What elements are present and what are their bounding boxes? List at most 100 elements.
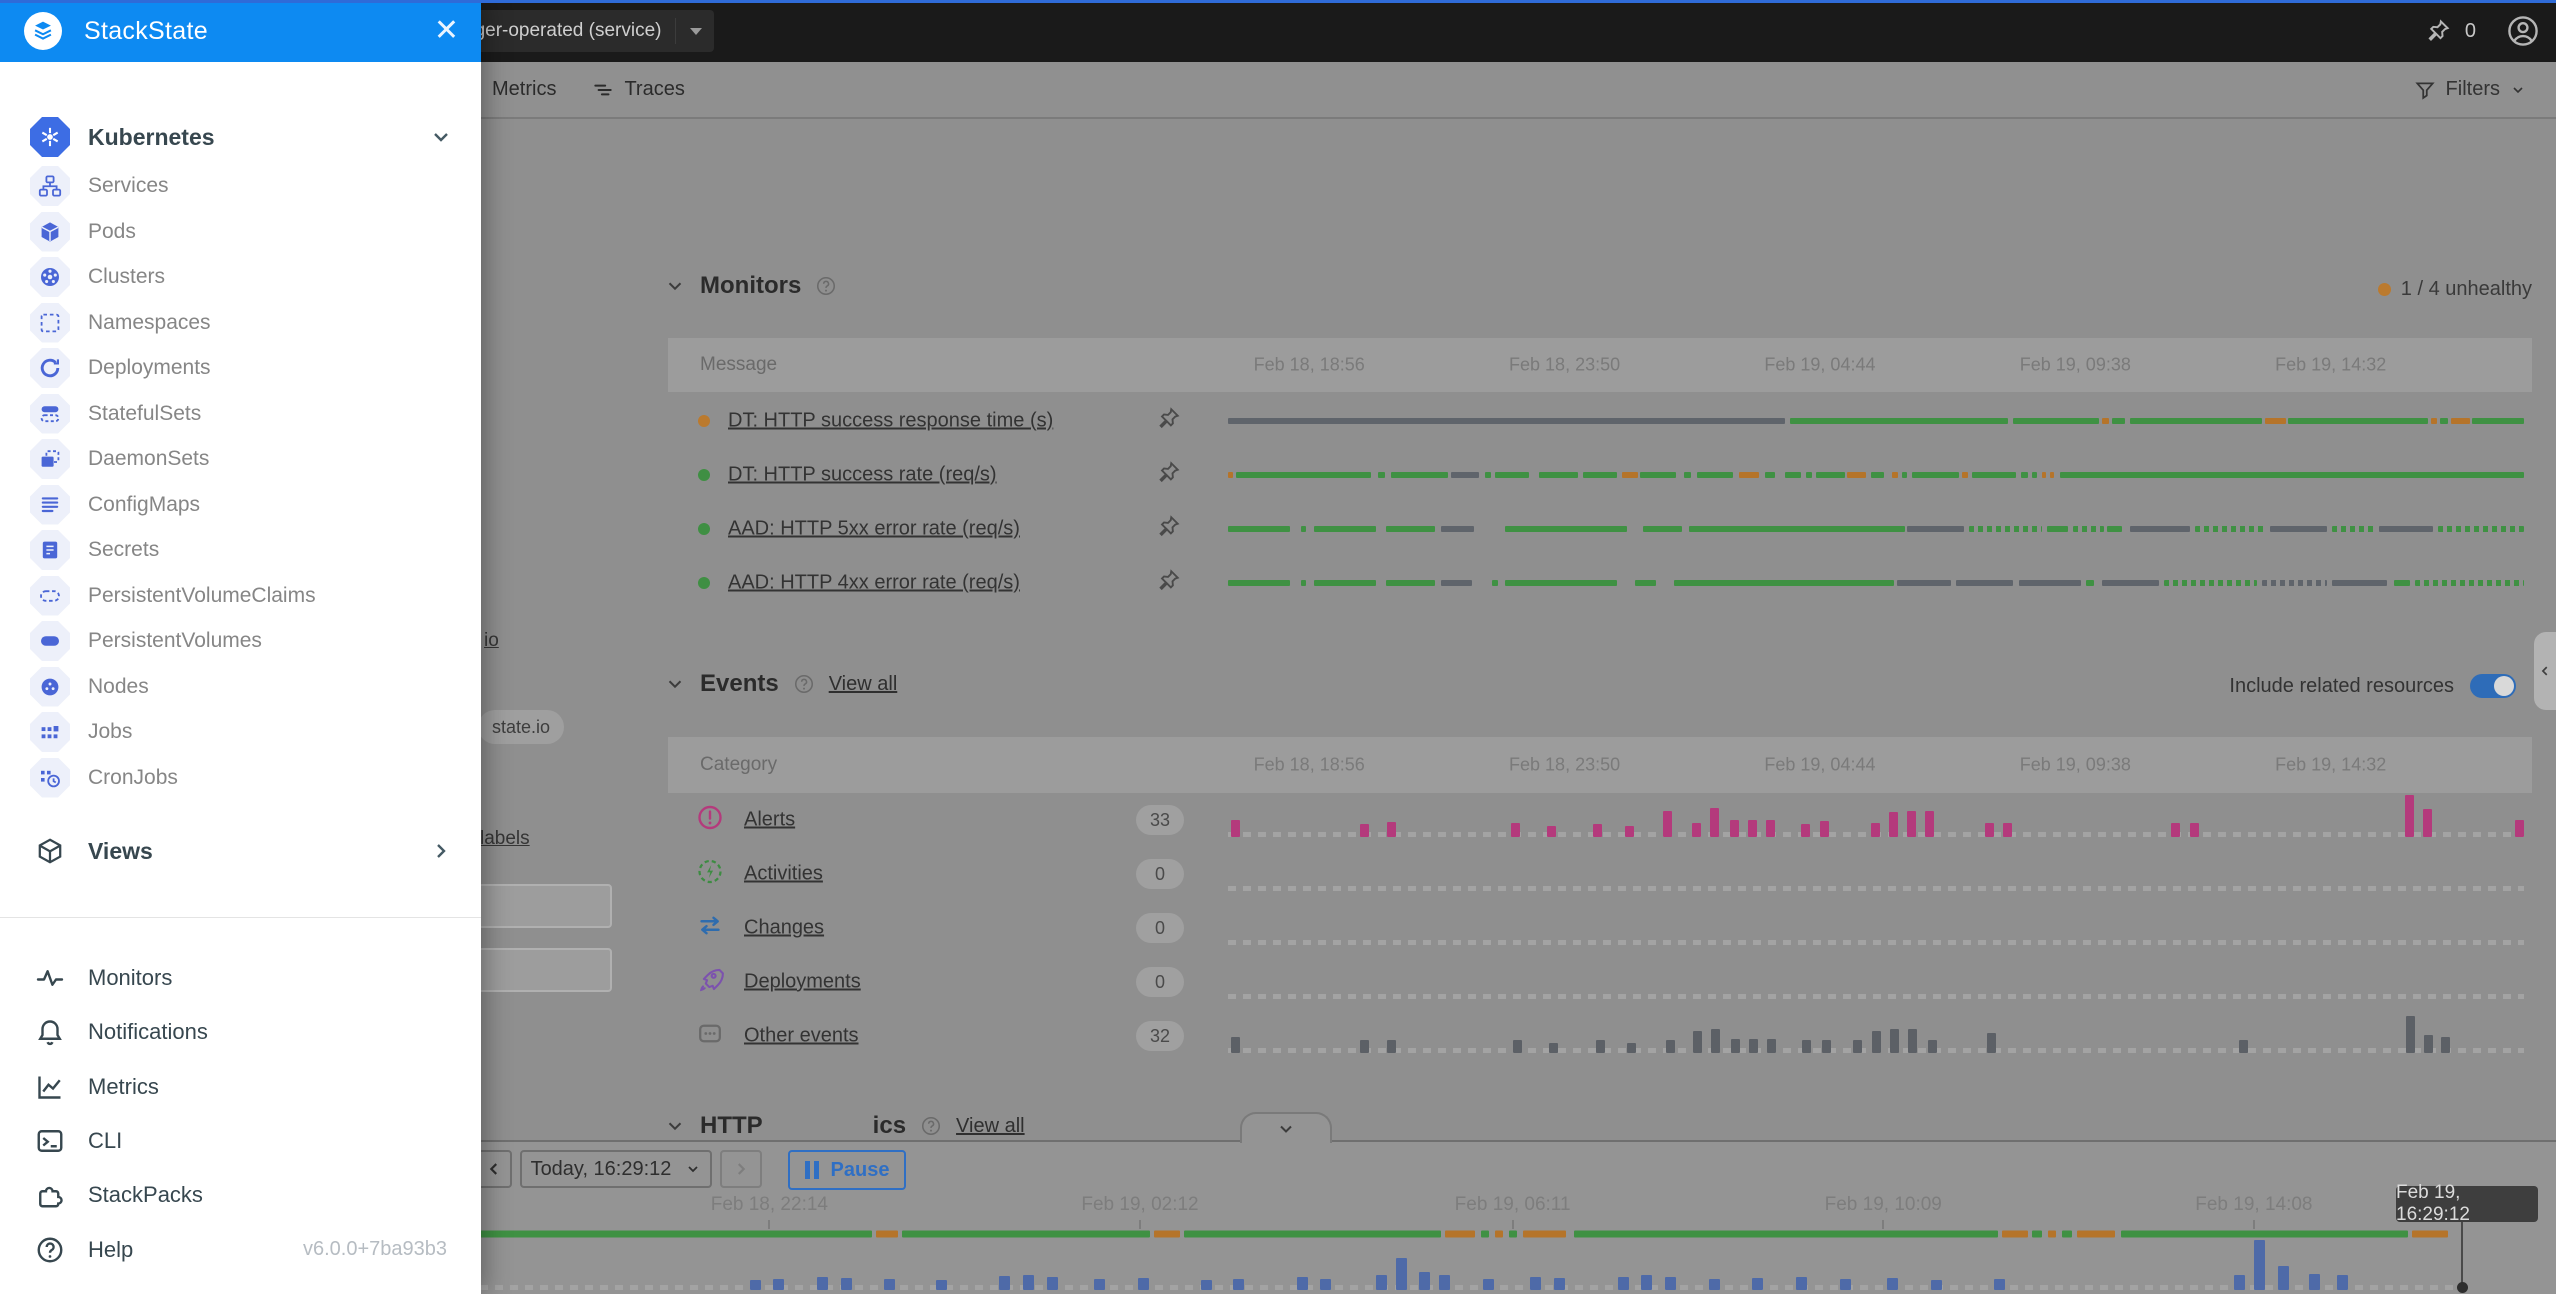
monitors-column-header: Message: [700, 354, 777, 376]
fragment-labels-link[interactable]: labels: [480, 828, 530, 850]
monitor-link[interactable]: DT: HTTP success response time (s): [728, 410, 1053, 433]
health-segment: [2002, 1231, 2028, 1238]
http-view-all-link[interactable]: View all: [956, 1115, 1025, 1138]
monitor-pulse-icon: [30, 958, 70, 998]
event-bar: [1387, 1040, 1396, 1053]
row-pin-icon[interactable]: [1156, 514, 1181, 544]
sidebar-item-jobs[interactable]: Jobs: [0, 709, 481, 755]
event-bar: [1820, 821, 1829, 837]
sidebar-item-kubernetes[interactable]: Kubernetes: [0, 114, 481, 160]
monitor-health-timeline[interactable]: [1228, 394, 2524, 448]
event-category-link[interactable]: Changes: [744, 917, 824, 940]
timeline-collapse-handle[interactable]: [1240, 1112, 1332, 1143]
drawer-brand-title: StackState: [84, 17, 434, 46]
sidebar-item-deployments[interactable]: Deployments: [0, 345, 481, 391]
sidebar-item-label: Views: [88, 838, 153, 865]
collapse-chevron-icon[interactable]: [664, 275, 686, 297]
help-circle-icon[interactable]: [793, 673, 815, 695]
health-segment: [1962, 472, 1968, 478]
timestamp-label: Feb 19, 04:44: [1764, 355, 1875, 376]
sidebar-item-label: Pods: [88, 220, 136, 244]
pin-icon[interactable]: [2425, 18, 2451, 44]
sidebar-item-persistentvolumeclaims[interactable]: PersistentVolumeClaims: [0, 573, 481, 619]
sidebar-item-clusters[interactable]: Clusters: [0, 254, 481, 300]
health-segment: [1391, 472, 1448, 478]
timeline-chart[interactable]: Feb 18, 22:14Feb 19, 02:12Feb 19, 06:11F…: [480, 1142, 2462, 1294]
health-segment: [1314, 580, 1376, 586]
sidebar-item-statefulsets[interactable]: StatefulSets: [0, 391, 481, 437]
activity-icon: [696, 858, 724, 891]
event-count-badge: 0: [1136, 859, 1184, 889]
traces-icon: [592, 79, 614, 101]
monitor-health-timeline[interactable]: [1228, 448, 2524, 502]
close-icon[interactable]: ✕: [434, 16, 459, 46]
event-histogram[interactable]: [1228, 847, 2524, 901]
sidebar-item-views[interactable]: Views: [0, 828, 481, 874]
sidebar-item-notifications[interactable]: Notifications: [0, 1009, 481, 1055]
health-segment: [1485, 472, 1491, 478]
timeline-bar: [1931, 1280, 1942, 1290]
right-panel-expand-handle[interactable]: [2534, 632, 2556, 710]
row-pin-icon[interactable]: [1156, 406, 1181, 436]
include-related-resources-toggle[interactable]: [2470, 674, 2516, 698]
sidebar-item-stackpacks[interactable]: StackPacks: [0, 1172, 481, 1218]
sidebar-item-configmaps[interactable]: ConfigMaps: [0, 482, 481, 528]
row-pin-icon[interactable]: [1156, 460, 1181, 490]
event-histogram[interactable]: [1228, 901, 2524, 955]
sidebar-item-monitors[interactable]: Monitors: [0, 955, 481, 1001]
timeline-bar: [1796, 1277, 1807, 1290]
sidebar-item-secrets[interactable]: Secrets: [0, 527, 481, 573]
timeline-bar: [1618, 1277, 1629, 1290]
event-category-link[interactable]: Alerts: [744, 809, 795, 832]
event-histogram[interactable]: [1228, 955, 2524, 1009]
event-category-row: Other events 32: [668, 1009, 2532, 1063]
health-segment: [1228, 418, 1785, 424]
event-category-link[interactable]: Activities: [744, 863, 823, 886]
timeline-cursor-line[interactable]: [2461, 1222, 2463, 1286]
tab-metrics[interactable]: Metrics: [492, 78, 556, 101]
monitor-link[interactable]: AAD: HTTP 4xx error rate (req/s): [728, 572, 1020, 595]
event-histogram[interactable]: [1228, 1009, 2524, 1063]
event-category-link[interactable]: Other events: [744, 1025, 859, 1048]
monitor-health-timeline[interactable]: [1228, 556, 2524, 610]
event-baseline: [1228, 886, 2524, 891]
sidebar-item-nodes[interactable]: Nodes: [0, 664, 481, 710]
collapse-chevron-icon[interactable]: [664, 673, 686, 695]
timeline-cursor-dot[interactable]: [2457, 1282, 2468, 1293]
health-segment: [1441, 580, 1472, 586]
timestamp-label: Feb 19, 14:32: [2275, 755, 2386, 776]
sidebar-item-pods[interactable]: Pods: [0, 209, 481, 255]
tab-traces[interactable]: Traces: [592, 78, 684, 101]
component-selector-dropdown[interactable]: ager-operated (service): [452, 10, 714, 52]
help-circle-icon[interactable]: [815, 275, 837, 297]
row-pin-icon[interactable]: [1156, 568, 1181, 598]
monitor-status-dot: [698, 415, 710, 427]
monitor-health-timeline[interactable]: [1228, 502, 2524, 556]
health-segment: [2412, 1231, 2448, 1238]
sidebar-item-cli[interactable]: CLI: [0, 1118, 481, 1164]
event-category-link[interactable]: Deployments: [744, 971, 861, 994]
monitor-link[interactable]: DT: HTTP success rate (req/s): [728, 464, 997, 487]
sidebar-item-daemonsets[interactable]: DaemonSets: [0, 436, 481, 482]
sidebar-item-label: CLI: [88, 1128, 122, 1154]
sidebar-item-cronjobs[interactable]: CronJobs: [0, 755, 481, 801]
sidebar-item-services[interactable]: Services: [0, 163, 481, 209]
monitor-link[interactable]: AAD: HTTP 5xx error rate (req/s): [728, 518, 1020, 541]
help-circle-icon[interactable]: [920, 1115, 942, 1137]
health-segment: [1697, 472, 1733, 478]
fragment-input-box[interactable]: [478, 884, 612, 928]
collapse-chevron-icon[interactable]: [664, 1115, 686, 1137]
event-histogram[interactable]: [1228, 793, 2524, 847]
sidebar-item-metrics[interactable]: Metrics: [0, 1064, 481, 1110]
health-segment: [1481, 1231, 1489, 1238]
sidebar-item-namespaces[interactable]: Namespaces: [0, 300, 481, 346]
toggle-label: Include related resources: [2229, 675, 2454, 698]
events-view-all-link[interactable]: View all: [829, 673, 898, 696]
health-segment: [1635, 580, 1656, 586]
sidebar-item-persistentvolumes[interactable]: PersistentVolumes: [0, 618, 481, 664]
fragment-io-link[interactable]: io: [484, 630, 499, 652]
avatar-icon[interactable]: [2506, 14, 2540, 48]
fragment-input-box[interactable]: [478, 948, 612, 992]
filters-button[interactable]: Filters: [2414, 62, 2526, 117]
events-section-header: Events View all: [664, 670, 897, 698]
